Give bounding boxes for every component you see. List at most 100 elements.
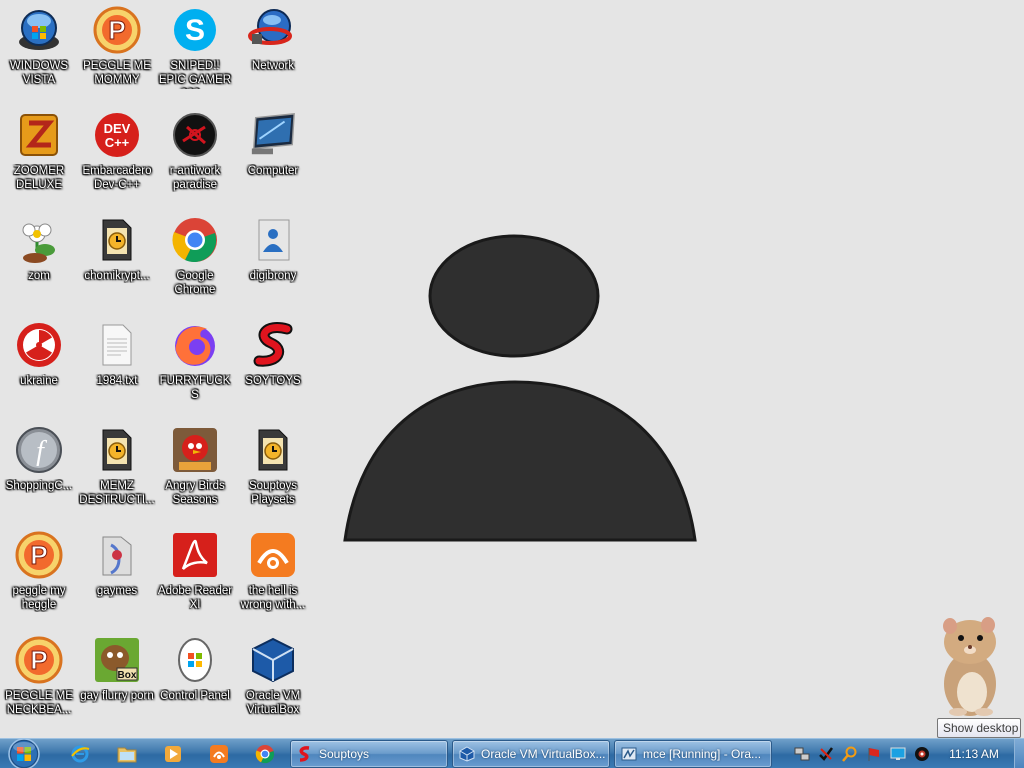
show-desktop-tooltip: Show desktop (937, 718, 1021, 738)
desktop-icon[interactable]: P PEGGLE ME MOMMY (78, 0, 156, 105)
desktop-icon[interactable]: ZOOMER DELUXE (0, 105, 78, 210)
user-folder-icon (248, 215, 298, 265)
taskbar-button-virtualbox[interactable]: Oracle VM VirtualBox... (452, 740, 610, 768)
desktop-icon[interactable]: Souptoys Playsets (234, 420, 312, 525)
flag-tray-icon[interactable] (866, 746, 882, 762)
file-clock-icon (248, 425, 298, 475)
svg-text:C++: C++ (105, 135, 130, 150)
desktop-icon[interactable]: r-antiwork paradise (156, 105, 234, 210)
hamster-desktop-pet[interactable] (928, 612, 1008, 718)
desktop[interactable]: WINDOWS VISTA P PEGGLE ME MOMMY S SNIPED!! E… (0, 0, 1024, 738)
taskbar: Souptoys Oracle VM VirtualBox... mce [Ru… (0, 738, 1024, 768)
desktop-icon[interactable]: FURRYFUCKS (156, 315, 234, 420)
virtualbox-icon (459, 746, 475, 762)
desktop-icon-label: ukraine (20, 375, 58, 387)
svg-text:S: S (185, 14, 205, 47)
desktop-icon[interactable]: digibrony (234, 210, 312, 315)
show-desktop-button[interactable] (1014, 739, 1024, 768)
virtualbox-vm-icon (621, 747, 637, 761)
desktop-icon[interactable]: Adobe Reader XI (156, 525, 234, 630)
desktop-icon-label: MEMZ DESTRUCTI... (79, 480, 155, 506)
desktop-icon[interactable]: SOYTOYS (234, 315, 312, 420)
svg-text:P: P (108, 15, 125, 45)
angry-birds-icon (170, 425, 220, 475)
desktop-icon[interactable]: Control Panel (156, 630, 234, 735)
desktop-icon[interactable]: Oracle VM VirtualBox (234, 630, 312, 735)
desktop-icon-label: FURRYFUCKS (159, 375, 231, 401)
beaver-box-icon: Box (92, 635, 142, 685)
dev-cpp-icon: DEV C++ (92, 110, 142, 160)
desktop-icon[interactable]: Angry Birds Seasons (156, 420, 234, 525)
desktop-icon-label: Adobe Reader XI (157, 585, 233, 611)
desktop-icon[interactable]: WINDOWS VISTA (0, 0, 78, 105)
zuma-icon (14, 110, 64, 160)
desktop-icon[interactable]: Box gay flurry porn (78, 630, 156, 735)
uc-browser-icon[interactable] (206, 742, 232, 766)
desktop-icon-label: digibrony (249, 270, 297, 282)
clock[interactable]: 11:13 AM (944, 747, 1004, 761)
user-silhouette-wallpaper (343, 234, 697, 542)
flash-icon: f (14, 425, 64, 475)
desktop-icon[interactable]: Ppeggle my heggle (0, 525, 78, 630)
svg-text:P: P (30, 645, 47, 675)
windows-vista-icon (14, 5, 64, 55)
firefox-icon (170, 320, 220, 370)
desktop-icon-label: peggle my heggle (12, 585, 66, 611)
souptoys-icon (299, 746, 310, 762)
speaker-tray-icon[interactable] (914, 746, 930, 762)
desktop-icon[interactable]: S SNIPED!! EPIC GAMER 360... (156, 0, 234, 105)
desktop-icon-label: Embarcadero Dev-C++ (82, 165, 152, 191)
desktop-icon[interactable]: DEV C++ Embarcadero Dev-C++ (78, 105, 156, 210)
desktop-icon-label: 1984.txt (96, 375, 138, 387)
desktop-icon[interactable]: MEMZ DESTRUCTI... (78, 420, 156, 525)
desktop-icon[interactable]: chomikrypt... (78, 210, 156, 315)
desktop-icon[interactable]: Computer (234, 105, 312, 210)
adobe-reader-icon (170, 530, 220, 580)
svg-text:DEV: DEV (104, 121, 131, 136)
desktop-icon-label: zom (28, 270, 50, 282)
internet-explorer-icon[interactable] (67, 742, 93, 766)
taskbar-button-mce-running[interactable]: mce [Running] - Ora... (614, 740, 772, 768)
desktop-icon[interactable]: zom (0, 210, 78, 315)
desktop-icon-label: SOYTOYS (245, 375, 301, 387)
skype-icon: S (170, 5, 220, 55)
checkmark-tray-icon[interactable] (818, 746, 834, 762)
desktop-icon-label: chomikrypt... (84, 270, 150, 282)
chrome-icon[interactable] (252, 742, 278, 766)
desktop-icon-label: Angry Birds Seasons (165, 480, 225, 506)
desktop-icon-label: gay flurry porn (80, 690, 154, 702)
desktop-icon-label: gaymes (96, 585, 138, 597)
peggle-icon: P (14, 635, 64, 685)
folder-icon (92, 530, 142, 580)
chrome-icon (170, 215, 220, 265)
desktop-icon[interactable]: gaymes (78, 525, 156, 630)
desktop-icon[interactable]: P PEGGLE ME NECKBEA... (0, 630, 78, 735)
desktop-icon-label: PEGGLE ME NECKBEA... (5, 690, 73, 716)
file-clock-icon (92, 425, 142, 475)
computer-icon (248, 110, 298, 160)
network-icon (248, 5, 298, 55)
desktop-icon-label: Control Panel (160, 690, 230, 702)
peggle-icon: P (14, 530, 64, 580)
explorer-folder-icon[interactable] (114, 742, 140, 766)
desktop-icon-label: ZOOMER DELUXE (13, 165, 65, 191)
start-button[interactable] (4, 737, 44, 768)
desktop-icon[interactable]: Network (234, 0, 312, 105)
media-player-icon[interactable] (160, 742, 186, 766)
desktop-icon[interactable]: f ShoppingC... (0, 420, 78, 525)
taskbar-button-souptoys[interactable]: Souptoys (290, 740, 448, 768)
search-tray-icon[interactable] (842, 746, 858, 762)
network-tray-icon[interactable] (794, 746, 810, 762)
desktop-icon[interactable]: 1984.txt (78, 315, 156, 420)
virtualbox-icon (248, 635, 298, 685)
desktop-icon-label: Network (251, 60, 295, 72)
desktop-icon[interactable]: the hell is wrong with... (234, 525, 312, 630)
desktop-icon[interactable]: Google Chrome (156, 210, 234, 315)
desktop-icon[interactable]: ukraine (0, 315, 78, 420)
desktop-icon-label: ShoppingC... (5, 480, 73, 492)
desktop-icon-label: r-antiwork paradise (169, 165, 221, 191)
radiation-icon (14, 320, 64, 370)
peggle-icon: P (92, 5, 142, 55)
desktop-icon-label: Oracle VM VirtualBox (245, 690, 301, 716)
monitor-tray-icon[interactable] (890, 746, 906, 762)
